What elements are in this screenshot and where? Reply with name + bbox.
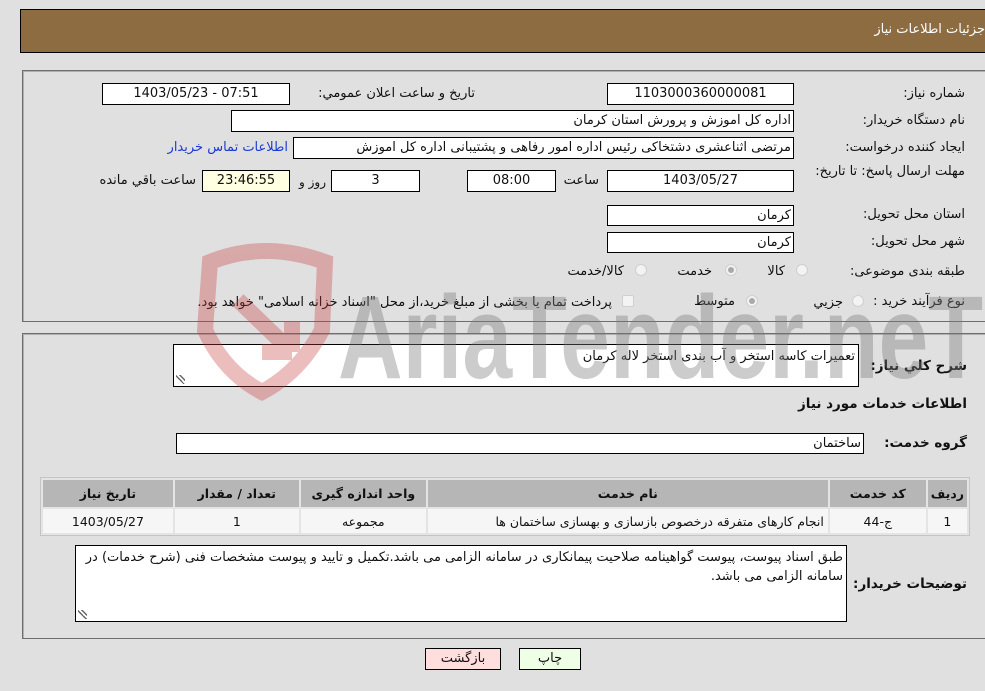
need-number-field[interactable]: 1103000360000081 <box>607 83 794 105</box>
category-radio-goods[interactable] <box>796 264 808 276</box>
need-info-panel <box>22 70 985 322</box>
table-header-row: ردیف کد خدمت نام خدمت واحد اندازه گیری ت… <box>43 480 967 507</box>
category-option-service: خدمت <box>677 264 712 279</box>
buyer-org-field[interactable]: اداره کل اموزش و پرورش استان کرمان <box>231 110 794 132</box>
requester-field[interactable]: مرتضی اثناعشری دشتخاکی رئیس اداره امور ر… <box>293 137 794 159</box>
purchase-type-radio-medium[interactable] <box>746 295 758 307</box>
resize-grip-icon[interactable] <box>176 375 185 384</box>
col-need-date: تاریخ نیاز <box>43 480 173 507</box>
deadline-date-field[interactable]: 1403/05/27 <box>607 170 794 192</box>
buyer-notes-text: طبق اسناد پیوست، پیوست گواهینامه صلاحیت … <box>85 550 843 584</box>
purchase-type-option-minor: جزيي <box>813 295 843 310</box>
remaining-time-label: ساعت باقي مانده <box>99 173 196 188</box>
table-row: 1 ج-44 انجام کارهای متفرقه درخصوص بازساز… <box>43 509 967 533</box>
services-heading: اطلاعات خدمات مورد نیاز <box>797 396 967 412</box>
province-label: استان محل تحویل: <box>863 207 965 222</box>
city-label: شهر محل تحویل: <box>870 234 965 249</box>
service-group-label: گروه خدمت: <box>884 435 967 451</box>
back-button[interactable]: بازگشت <box>425 648 501 670</box>
purchase-type-label: نوع فرآیند خرید : <box>873 294 965 309</box>
cell-service-name: انجام کارهای متفرقه درخصوص بازسازی و بهس… <box>427 509 828 533</box>
col-quantity: تعداد / مقدار <box>174 480 299 507</box>
city-field[interactable]: کرمان <box>607 232 794 253</box>
buyer-notes-textarea[interactable]: طبق اسناد پیوست، پیوست گواهینامه صلاحیت … <box>75 545 847 622</box>
services-table: ردیف کد خدمت نام خدمت واحد اندازه گیری ت… <box>40 477 970 536</box>
category-option-goods-service: کالا/خدمت <box>567 264 624 279</box>
days-and-label: روز و <box>299 175 326 189</box>
buyer-org-label: نام دستگاه خریدار: <box>862 113 965 128</box>
buyer-notes-label: توضیحات خریدار: <box>853 576 967 592</box>
page-header: جزئیات اطلاعات نیاز <box>20 9 985 53</box>
print-button[interactable]: چاپ <box>519 648 581 670</box>
col-unit: واحد اندازه گیری <box>300 480 426 507</box>
category-label: طبقه بندی موضوعی: <box>849 264 965 279</box>
col-service-name: نام خدمت <box>427 480 828 507</box>
cell-need-date: 1403/05/27 <box>43 509 173 533</box>
province-field[interactable]: کرمان <box>607 205 794 226</box>
category-radio-goods-service[interactable] <box>635 264 647 276</box>
page-title: جزئیات اطلاعات نیاز <box>874 22 985 37</box>
cell-row-number: 1 <box>927 509 967 533</box>
category-option-goods: کالا <box>767 264 785 279</box>
resize-grip-icon[interactable] <box>78 610 87 619</box>
description-text: تعمیرات کاسه استخر و آب بندی استخر لاله … <box>582 349 855 364</box>
buyer-contact-link[interactable]: اطلاعات تماس خریدار <box>168 140 288 155</box>
purchase-type-radio-minor[interactable] <box>852 295 864 307</box>
deadline-time-field[interactable]: 08:00 <box>467 170 556 192</box>
treasury-note: پرداخت تمام یا بخشی از مبلغ خرید،از محل … <box>197 295 612 310</box>
deadline-label: مهلت ارسال پاسخ: تا تاریخ: <box>815 164 965 179</box>
cell-service-code: ج-44 <box>829 509 926 533</box>
service-group-field[interactable]: ساختمان <box>176 433 864 454</box>
requester-label: ایجاد کننده درخواست: <box>845 140 965 155</box>
remaining-time-field[interactable]: 23:46:55 <box>202 170 290 192</box>
announce-datetime-label: تاریخ و ساعت اعلان عمومي: <box>318 86 475 101</box>
need-number-label: شماره نیاز: <box>903 86 965 101</box>
category-radio-service[interactable] <box>725 264 737 276</box>
description-textarea[interactable]: تعمیرات کاسه استخر و آب بندی استخر لاله … <box>173 344 859 387</box>
col-service-code: کد خدمت <box>829 480 926 507</box>
announce-datetime-field[interactable]: 1403/05/23 - 07:51 <box>102 83 290 105</box>
cell-quantity: 1 <box>174 509 299 533</box>
deadline-time-label: ساعت <box>563 173 599 188</box>
treasury-checkbox[interactable] <box>622 295 634 307</box>
cell-unit: مجموعه <box>300 509 426 533</box>
description-label: شرح کلي نياز: <box>870 358 967 374</box>
remaining-days-field[interactable]: 3 <box>331 170 420 192</box>
purchase-type-option-medium: متوسط <box>694 294 735 309</box>
col-row-number: ردیف <box>927 480 967 507</box>
